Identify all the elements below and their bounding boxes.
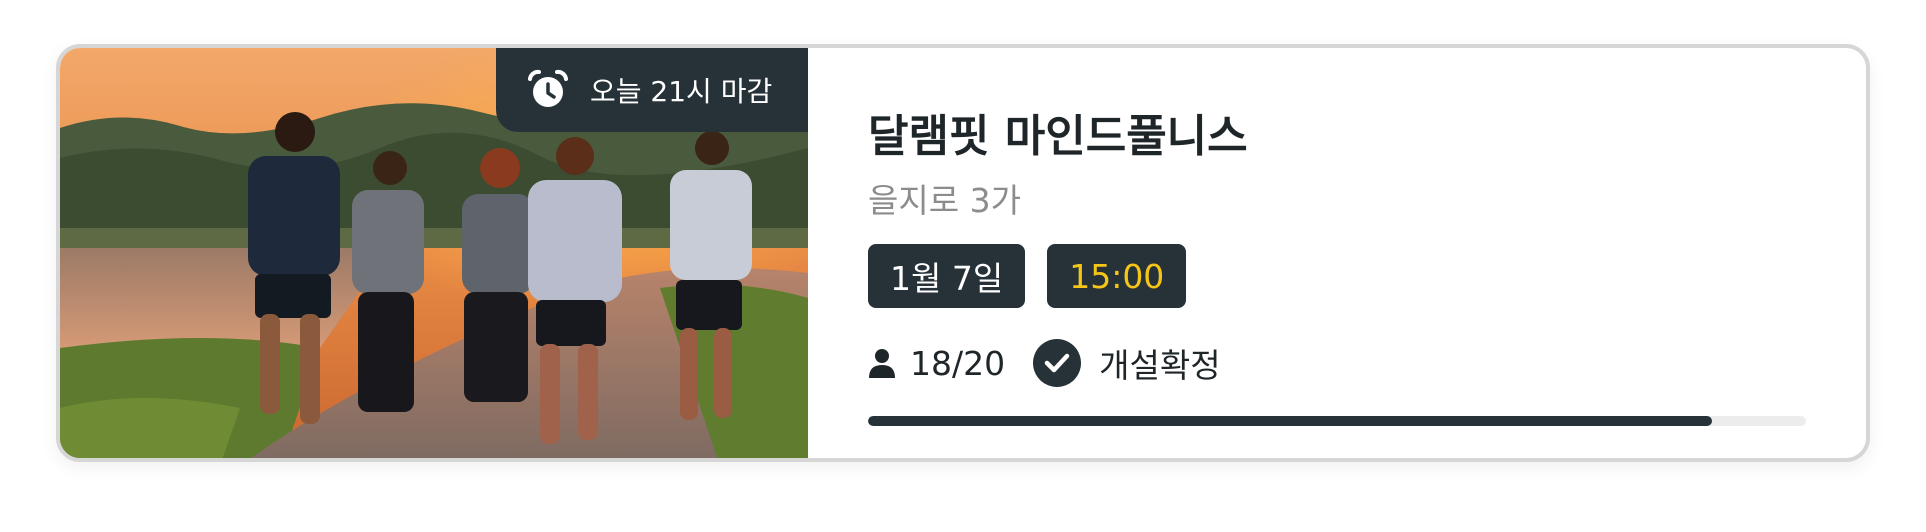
capacity-progress-fill (868, 416, 1713, 426)
check-circle-icon (1033, 339, 1082, 387)
event-card[interactable]: 오늘 21시 마감 달램핏 마인드풀니스 을지로 3가 1월 7일 15:00 … (56, 44, 1870, 462)
participant-count: 18/20 (910, 343, 1006, 383)
event-photo: 오늘 21시 마감 (60, 48, 808, 458)
date-chip: 1월 7일 (868, 244, 1026, 308)
capacity-progress-bar (868, 416, 1806, 426)
deadline-badge: 오늘 21시 마감 (496, 48, 808, 132)
event-info: 달램핏 마인드풀니스 을지로 3가 1월 7일 15:00 18/20 개설확정 (868, 48, 1806, 458)
time-chip: 15:00 (1047, 244, 1187, 308)
event-title[interactable]: 달램핏 마인드풀니스 (868, 100, 1248, 164)
person-icon (869, 349, 895, 378)
event-stats: 18/20 개설확정 (868, 338, 1221, 388)
alarm-clock-icon (528, 69, 568, 107)
event-location: 을지로 3가 (868, 181, 1021, 220)
status-label: 개설확정 (1099, 346, 1221, 385)
deadline-label: 오늘 21시 마감 (590, 75, 773, 108)
schedule-chips: 1월 7일 15:00 (868, 244, 1187, 308)
